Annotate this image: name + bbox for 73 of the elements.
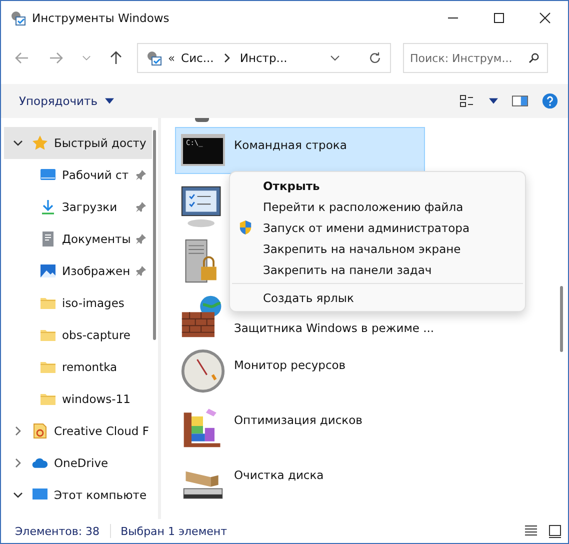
sidebar-item[interactable]: iso-images [1,287,152,319]
sidebar-item[interactable]: Изображен [1,255,152,287]
scrollbar-thumb[interactable] [560,286,563,352]
sidebar-item[interactable]: Документы [1,223,152,255]
pin-icon [136,266,146,276]
right-arrow-icon [48,50,64,66]
menu-item[interactable]: Открыть [230,175,525,196]
sidebar-item[interactable]: Рабочий ст [1,159,152,191]
scrollbar-thumb[interactable] [153,130,156,340]
caret-icon[interactable] [489,98,498,104]
pin-icon [136,170,146,180]
sidebar-item[interactable]: windows-11 [1,383,152,415]
item-count: Элементов: 38 [15,524,100,538]
breadcrumb[interactable]: Инстр... [240,51,288,65]
pictures-icon [40,263,56,279]
window-title: Инструменты Windows [32,11,170,25]
file-name[interactable]: Защитника Windows в режиме ... [234,321,434,335]
file-name[interactable]: Командная строка [234,138,347,152]
folder-icon [40,359,56,375]
view-options-icon[interactable] [459,93,475,109]
preview-pane-icon[interactable] [512,93,528,109]
file-name[interactable]: Очистка диска [234,468,324,482]
chevron-icon [224,53,230,63]
collapse-chevron-icon[interactable] [13,138,23,148]
sidebar-item[interactable]: Загрузки [1,191,152,223]
shield-icon [239,220,252,235]
search-field[interactable]: Поиск: Инструм... [403,43,548,73]
pin-icon [136,234,146,244]
menu-item[interactable]: Запуск от имени администратора [230,217,525,238]
close-icon [539,12,551,24]
file-name[interactable]: Монитор ресурсов [234,358,346,372]
menu-item[interactable]: Закрепить на панели задач [230,259,525,280]
organize-button[interactable]: Упорядочить [9,90,124,112]
star-icon [32,135,48,151]
sidebar-item[interactable]: Этот компьюте [4,479,152,511]
sidebar-item[interactable]: OneDrive [4,447,152,479]
folder-icon [40,391,56,407]
menu-item[interactable]: Закрепить на начальном экране [230,238,525,259]
folder-icon [40,327,56,343]
caret-icon [104,98,114,104]
help-icon[interactable] [542,93,558,109]
tools-icon [10,10,26,26]
file-name[interactable]: Оптимизация дисков [234,413,362,427]
selection-count: Выбран 1 элемент [120,524,227,538]
collapse-chevron-icon[interactable] [13,490,23,500]
sidebar-item[interactable]: Быстрый досту [4,127,152,159]
gauge-icon [180,348,226,394]
up-arrow-icon [108,50,124,66]
address-bar[interactable]: « Сис... Инстр... [137,43,391,73]
document-icon [40,231,56,247]
details-view-icon[interactable] [524,524,538,538]
menu-item[interactable]: Перейти к расположению файла [230,196,525,217]
dropdown-icon[interactable] [330,55,340,61]
download-icon [40,199,56,215]
breadcrumb[interactable]: Сис... [181,51,214,65]
desktop-icon [40,167,56,183]
expand-chevron-icon[interactable] [13,426,23,436]
pin-icon [136,202,146,212]
folder-swirl-icon [32,423,48,439]
sidebar-item[interactable]: remontka [1,351,152,383]
folder-icon [40,295,56,311]
file-icon-fragment [195,118,209,122]
menu-item[interactable]: Создать ярлык [230,287,525,308]
left-arrow-icon [14,50,30,66]
sidebar-item[interactable]: obs-capture [1,319,152,351]
large-icons-view-icon[interactable] [548,524,562,538]
sidebar-item[interactable]: Creative Cloud F [4,415,152,447]
expand-chevron-icon[interactable] [13,458,23,468]
chevron-down-icon [82,55,90,61]
overflow-chevron[interactable]: « [168,51,176,65]
maximize-icon [493,12,505,24]
tools-icon [146,50,162,66]
refresh-icon[interactable] [368,51,382,65]
